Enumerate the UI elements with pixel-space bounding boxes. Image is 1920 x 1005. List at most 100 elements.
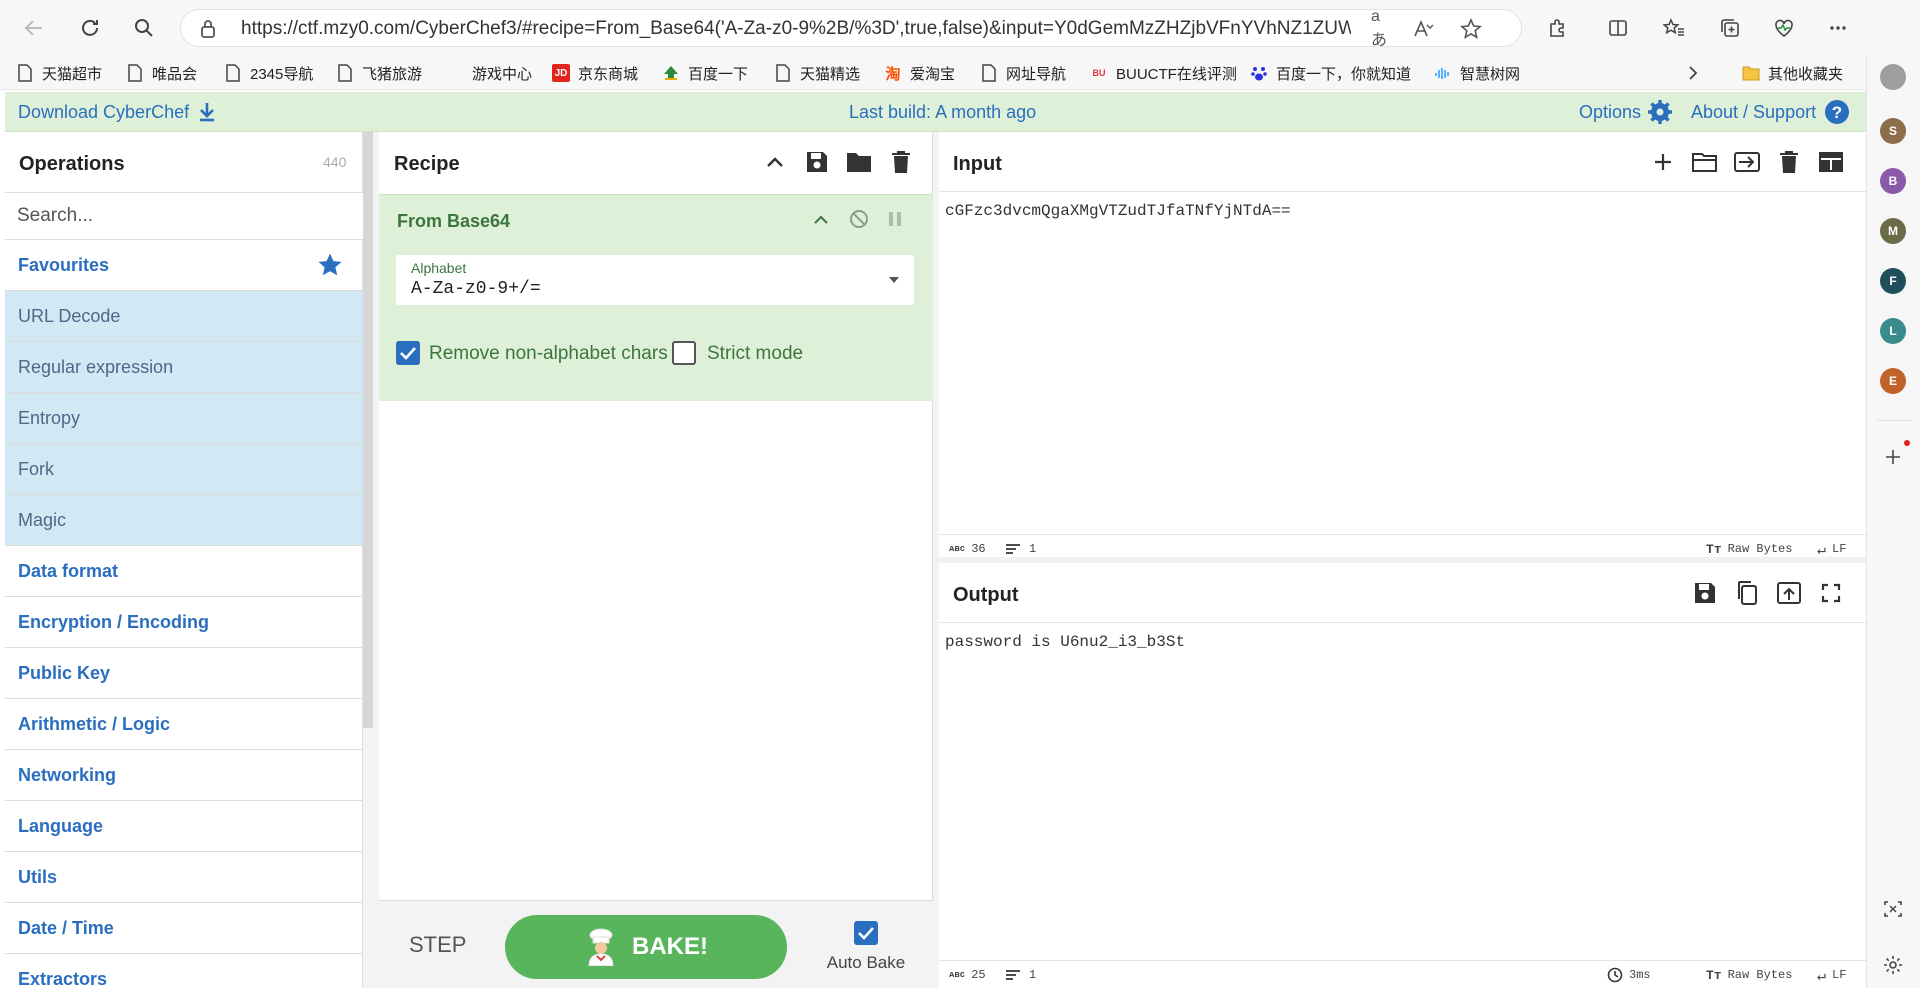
- bookmarks-overflow-button[interactable]: [1686, 61, 1700, 85]
- sidebar-settings-button[interactable]: [1882, 954, 1904, 981]
- text-type-icon: Tт: [1706, 967, 1722, 983]
- collapse-recipe-button[interactable]: [761, 148, 789, 176]
- operations-scrollbar[interactable]: [363, 132, 373, 728]
- auto-bake-toggle[interactable]: Auto Bake: [811, 917, 921, 977]
- auto-bake-checkbox[interactable]: [854, 921, 878, 945]
- bookmark-item[interactable]: 智慧树网: [1434, 61, 1520, 85]
- save-output-button[interactable]: [1691, 579, 1719, 607]
- bake-bar: STEP BAKE! Auto Bake: [379, 900, 933, 988]
- output-eol-button[interactable]: ↵ LF: [1817, 961, 1846, 989]
- bookmark-item[interactable]: 天猫超市: [16, 61, 102, 85]
- address-bar[interactable]: https://ctf.mzy0.com/CyberChef3/#recipe=…: [180, 8, 1522, 49]
- about-support-button[interactable]: About / Support ?: [1691, 92, 1850, 132]
- screenshot-icon: [1884, 901, 1902, 917]
- input-text[interactable]: cGFzc3dvcmQgaXMgVTZudTJfaTNfYjNTdA==: [945, 202, 1291, 220]
- browser-essentials-button[interactable]: [1766, 10, 1802, 46]
- sidebar-avatar[interactable]: E: [1880, 368, 1906, 394]
- sidebar-avatar[interactable]: F: [1880, 268, 1906, 294]
- profile-avatar[interactable]: [1880, 64, 1906, 90]
- alphabet-select[interactable]: Alphabet A-Za-z0-9+/=: [396, 255, 914, 305]
- options-button[interactable]: Options: [1579, 92, 1673, 132]
- search-button[interactable]: [126, 10, 162, 46]
- download-cyberchef-link[interactable]: Download CyberChef: [18, 92, 217, 132]
- operation-item[interactable]: Fork: [5, 444, 363, 495]
- bookmark-item[interactable]: JD 京东商城: [552, 61, 638, 85]
- category-item[interactable]: Data format: [5, 546, 363, 597]
- refresh-button[interactable]: [72, 10, 108, 46]
- collapse-operation-button[interactable]: [813, 213, 829, 231]
- category-item[interactable]: Utils: [5, 852, 363, 903]
- save-recipe-button[interactable]: [803, 148, 831, 176]
- disable-operation-button[interactable]: [849, 209, 869, 234]
- operation-item[interactable]: Entropy: [5, 393, 363, 444]
- operations-count: 440: [323, 154, 347, 170]
- sidebar-screenshot-button[interactable]: [1882, 898, 1904, 925]
- read-aloud-icon[interactable]: aあ: [1371, 8, 1395, 49]
- step-button[interactable]: STEP: [409, 901, 466, 989]
- operation-item[interactable]: Magic: [5, 495, 363, 546]
- favorite-star-icon[interactable]: [1459, 17, 1483, 41]
- favorites-button[interactable]: [1656, 10, 1692, 46]
- add-tab-button[interactable]: [1649, 148, 1677, 176]
- bookmark-item[interactable]: 天猫精选: [774, 61, 860, 85]
- sidebar-avatar[interactable]: M: [1880, 218, 1906, 244]
- url-text[interactable]: https://ctf.mzy0.com/CyberChef3/#recipe=…: [241, 10, 1351, 48]
- immersive-reader-icon[interactable]: [1411, 17, 1435, 41]
- lock-icon[interactable]: [199, 19, 217, 44]
- search-input[interactable]: [5, 193, 363, 239]
- split-screen-button[interactable]: [1600, 10, 1636, 46]
- bake-button[interactable]: BAKE!: [505, 915, 787, 979]
- output-time-value: 3ms: [1629, 968, 1651, 982]
- trash-icon: [892, 151, 910, 173]
- remove-non-alphabet-checkbox[interactable]: [396, 341, 420, 365]
- jd-icon: JD: [552, 64, 570, 82]
- strict-mode-label[interactable]: Strict mode: [707, 343, 803, 365]
- bookmark-item[interactable]: 唯品会: [126, 61, 197, 85]
- category-item[interactable]: Public Key: [5, 648, 363, 699]
- category-item[interactable]: Arithmetic / Logic: [5, 699, 363, 750]
- sidebar-avatar[interactable]: L: [1880, 318, 1906, 344]
- bookmark-item[interactable]: 飞猪旅游: [336, 61, 422, 85]
- bookmark-item[interactable]: 百度一下: [662, 61, 748, 85]
- remove-non-alphabet-label[interactable]: Remove non-alphabet chars: [429, 343, 668, 365]
- clear-recipe-button[interactable]: [887, 148, 915, 176]
- back-button[interactable]: [16, 10, 52, 46]
- favourites-category[interactable]: Favourites: [5, 240, 363, 291]
- reset-layout-button[interactable]: [1817, 148, 1845, 176]
- category-item[interactable]: Encryption / Encoding: [5, 597, 363, 648]
- replace-input-button[interactable]: [1775, 579, 1803, 607]
- collections-button[interactable]: [1712, 10, 1748, 46]
- load-recipe-button[interactable]: [845, 148, 873, 176]
- text-type-icon: Tт: [1706, 541, 1722, 557]
- sidebar-avatar[interactable]: B: [1880, 168, 1906, 194]
- output-encoding-button[interactable]: Tт Raw Bytes: [1706, 961, 1792, 989]
- maximise-output-button[interactable]: [1817, 579, 1845, 607]
- pause-operation-button[interactable]: [887, 210, 903, 233]
- bookmark-item[interactable]: BU BUUCTF在线评测: [1090, 61, 1237, 85]
- category-item[interactable]: Date / Time: [5, 903, 363, 954]
- category-item[interactable]: Extractors: [5, 954, 363, 1005]
- other-bookmarks-folder[interactable]: 其他收藏夹: [1742, 61, 1843, 85]
- bookmark-item[interactable]: 百度一下，你就知道: [1250, 61, 1411, 85]
- sidebar-avatar[interactable]: S: [1880, 118, 1906, 144]
- operation-item[interactable]: Regular expression: [5, 342, 363, 393]
- category-item[interactable]: Language: [5, 801, 363, 852]
- strict-mode-checkbox[interactable]: [672, 341, 696, 365]
- bookmark-label: 游戏中心: [472, 65, 533, 83]
- bookmark-item[interactable]: 游戏中心: [446, 61, 532, 85]
- bookmark-item[interactable]: 2345导航: [224, 61, 313, 85]
- operation-item[interactable]: URL Decode: [5, 291, 363, 342]
- trash-icon: [1780, 151, 1798, 173]
- output-text[interactable]: password is U6nu2_i3_b3St: [945, 633, 1185, 651]
- open-folder-button[interactable]: [1691, 148, 1719, 176]
- extensions-button[interactable]: [1540, 10, 1576, 46]
- clear-input-button[interactable]: [1775, 148, 1803, 176]
- bookmark-item[interactable]: 淘爱淘宝: [884, 61, 955, 85]
- search-icon: [135, 19, 153, 37]
- sidebar-add-button[interactable]: [1882, 440, 1910, 473]
- bookmark-item[interactable]: 网址导航: [980, 61, 1066, 85]
- copy-output-button[interactable]: [1733, 579, 1761, 607]
- category-item[interactable]: Networking: [5, 750, 363, 801]
- open-file-button[interactable]: [1733, 148, 1761, 176]
- settings-more-button[interactable]: [1820, 10, 1856, 46]
